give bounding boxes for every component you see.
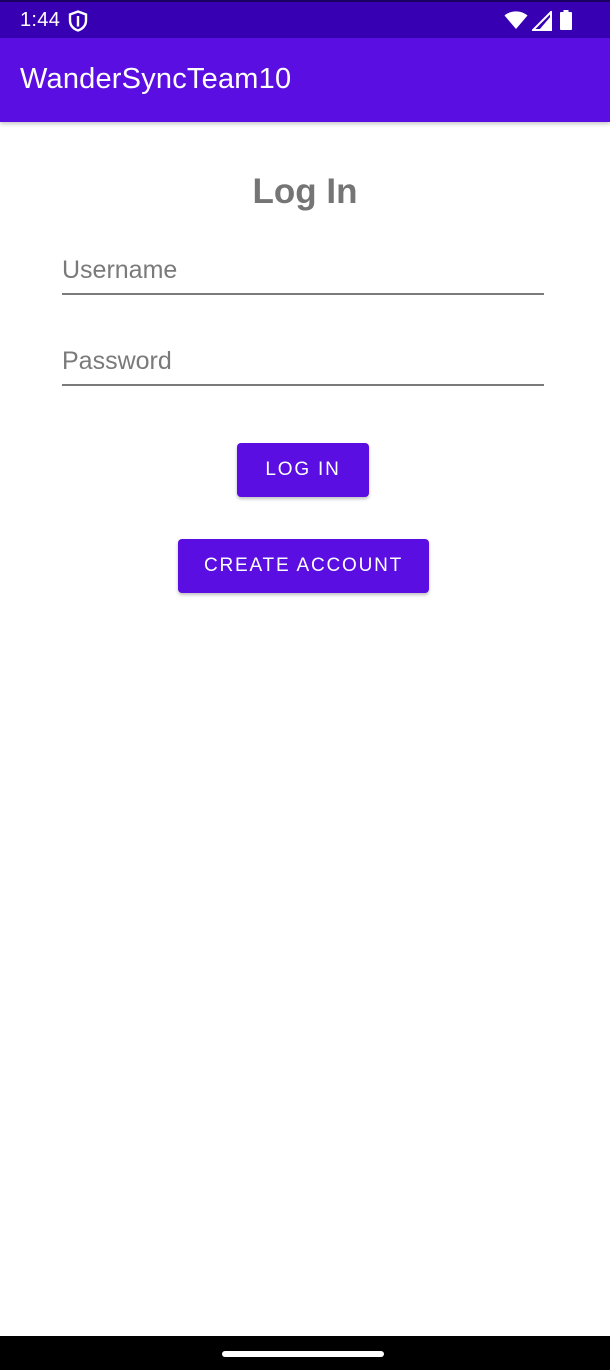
app-bar: WanderSyncTeam10: [0, 38, 610, 122]
create-account-button[interactable]: Create Account: [178, 539, 429, 593]
app-title: WanderSyncTeam10: [20, 63, 292, 95]
status-time: 1:44: [20, 9, 61, 31]
navigation-bar: [0, 1336, 610, 1370]
status-bar: 1:44: [0, 0, 610, 38]
home-gesture-handle[interactable]: [222, 1351, 384, 1357]
login-button[interactable]: Log In: [237, 443, 369, 497]
signal-icon: [532, 11, 552, 31]
password-field[interactable]: [62, 342, 544, 386]
page-title: Log In: [252, 172, 358, 211]
battery-icon: [560, 10, 572, 30]
username-field[interactable]: [62, 251, 544, 295]
shield-icon: [68, 10, 88, 32]
wifi-icon: [504, 11, 528, 29]
